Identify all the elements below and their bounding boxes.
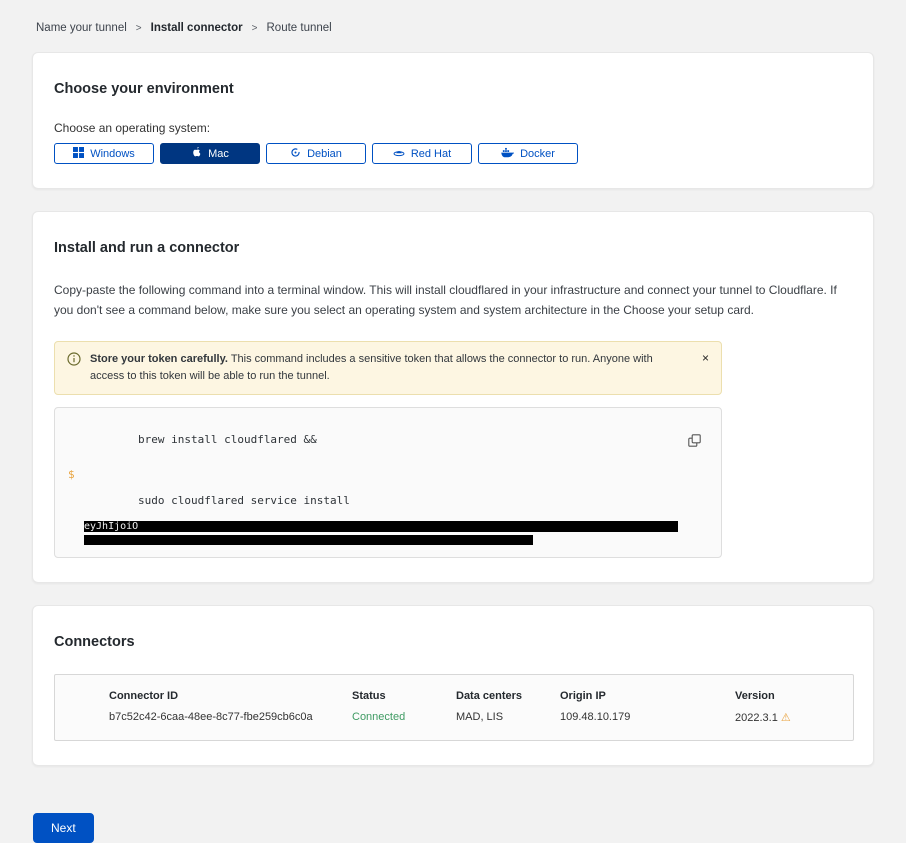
table-header-row: Connector ID Status Data centers Origin … xyxy=(55,690,853,702)
header-origin-ip: Origin IP xyxy=(560,690,735,702)
page: Name your tunnel > Install connector > R… xyxy=(32,22,874,843)
os-button-docker[interactable]: Docker xyxy=(478,143,578,164)
table-row: b7c52c42-6caa-48ee-8c77-fbe259cb6c0a Con… xyxy=(55,711,853,724)
install-card: Install and run a connector Copy-paste t… xyxy=(32,211,874,583)
os-button-label: Docker xyxy=(520,148,555,160)
os-button-mac[interactable]: Mac xyxy=(160,143,260,164)
header-version: Version xyxy=(735,690,853,702)
next-button[interactable]: Next xyxy=(33,813,94,843)
connectors-table: Connector ID Status Data centers Origin … xyxy=(54,674,854,741)
close-warning-button[interactable]: × xyxy=(700,350,711,366)
copy-icon[interactable] xyxy=(688,434,701,450)
os-button-label: Debian xyxy=(307,148,342,160)
cell-status: Connected xyxy=(352,711,456,723)
version-value: 2022.3.1 xyxy=(735,712,778,724)
breadcrumb-step-route-tunnel[interactable]: Route tunnel xyxy=(267,22,332,34)
breadcrumb: Name your tunnel > Install connector > R… xyxy=(36,22,870,34)
cell-version: 2022.3.1⚠ xyxy=(735,711,853,724)
info-icon xyxy=(67,352,81,385)
header-connector-id: Connector ID xyxy=(109,690,352,702)
command-line-2: $ sudo cloudflared service install xyxy=(68,468,681,520)
cell-origin-ip: 109.48.10.179 xyxy=(560,711,735,723)
shell-prompt: $ xyxy=(68,468,75,481)
os-button-redhat[interactable]: Red Hat xyxy=(372,143,472,164)
apple-icon xyxy=(191,146,202,161)
token-warning-banner: Store your token carefully. This command… xyxy=(54,341,722,395)
redacted-token-line-1: eyJhIjoiO xyxy=(84,521,678,532)
warning-title: Store your token carefully. xyxy=(90,353,228,365)
os-button-windows[interactable]: Windows xyxy=(54,143,154,164)
header-data-centers: Data centers xyxy=(456,690,560,702)
redhat-icon xyxy=(393,147,405,161)
token-prefix: eyJhIjoiO xyxy=(84,521,138,532)
debian-icon xyxy=(290,147,301,161)
redacted-token-line-2 xyxy=(84,535,533,545)
install-card-title: Install and run a connector xyxy=(54,240,852,256)
docker-icon xyxy=(501,147,514,161)
environment-card-title: Choose your environment xyxy=(54,81,852,97)
command-text: brew install cloudflared && xyxy=(138,433,317,446)
breadcrumb-step-name-your-tunnel[interactable]: Name your tunnel xyxy=(36,22,127,34)
header-status: Status xyxy=(352,690,456,702)
breadcrumb-step-install-connector[interactable]: Install connector xyxy=(151,22,243,34)
install-command-block: brew install cloudflared && $ sudo cloud… xyxy=(54,407,722,558)
os-button-label: Red Hat xyxy=(411,148,451,160)
command-line-1: brew install cloudflared && xyxy=(68,420,681,459)
breadcrumb-separator: > xyxy=(136,23,142,34)
breadcrumb-separator: > xyxy=(252,23,258,34)
command-text: sudo cloudflared service install xyxy=(138,494,350,507)
os-button-debian[interactable]: Debian xyxy=(266,143,366,164)
os-button-label: Windows xyxy=(90,148,135,160)
cell-connector-id: b7c52c42-6caa-48ee-8c77-fbe259cb6c0a xyxy=(109,711,352,723)
connectors-card: Connectors Connector ID Status Data cent… xyxy=(32,605,874,766)
windows-icon xyxy=(73,147,84,161)
warning-text: Store your token carefully. This command… xyxy=(90,351,687,385)
version-warning-icon: ⚠ xyxy=(781,712,791,724)
environment-card: Choose your environment Choose an operat… xyxy=(32,52,874,189)
os-button-label: Mac xyxy=(208,148,229,160)
cell-data-centers: MAD, LIS xyxy=(456,711,560,723)
os-button-group: Windows Mac Debian Red Hat Docker xyxy=(54,143,852,164)
os-select-label: Choose an operating system: xyxy=(54,121,852,135)
connectors-card-title: Connectors xyxy=(54,634,852,650)
install-description: Copy-paste the following command into a … xyxy=(54,280,852,321)
